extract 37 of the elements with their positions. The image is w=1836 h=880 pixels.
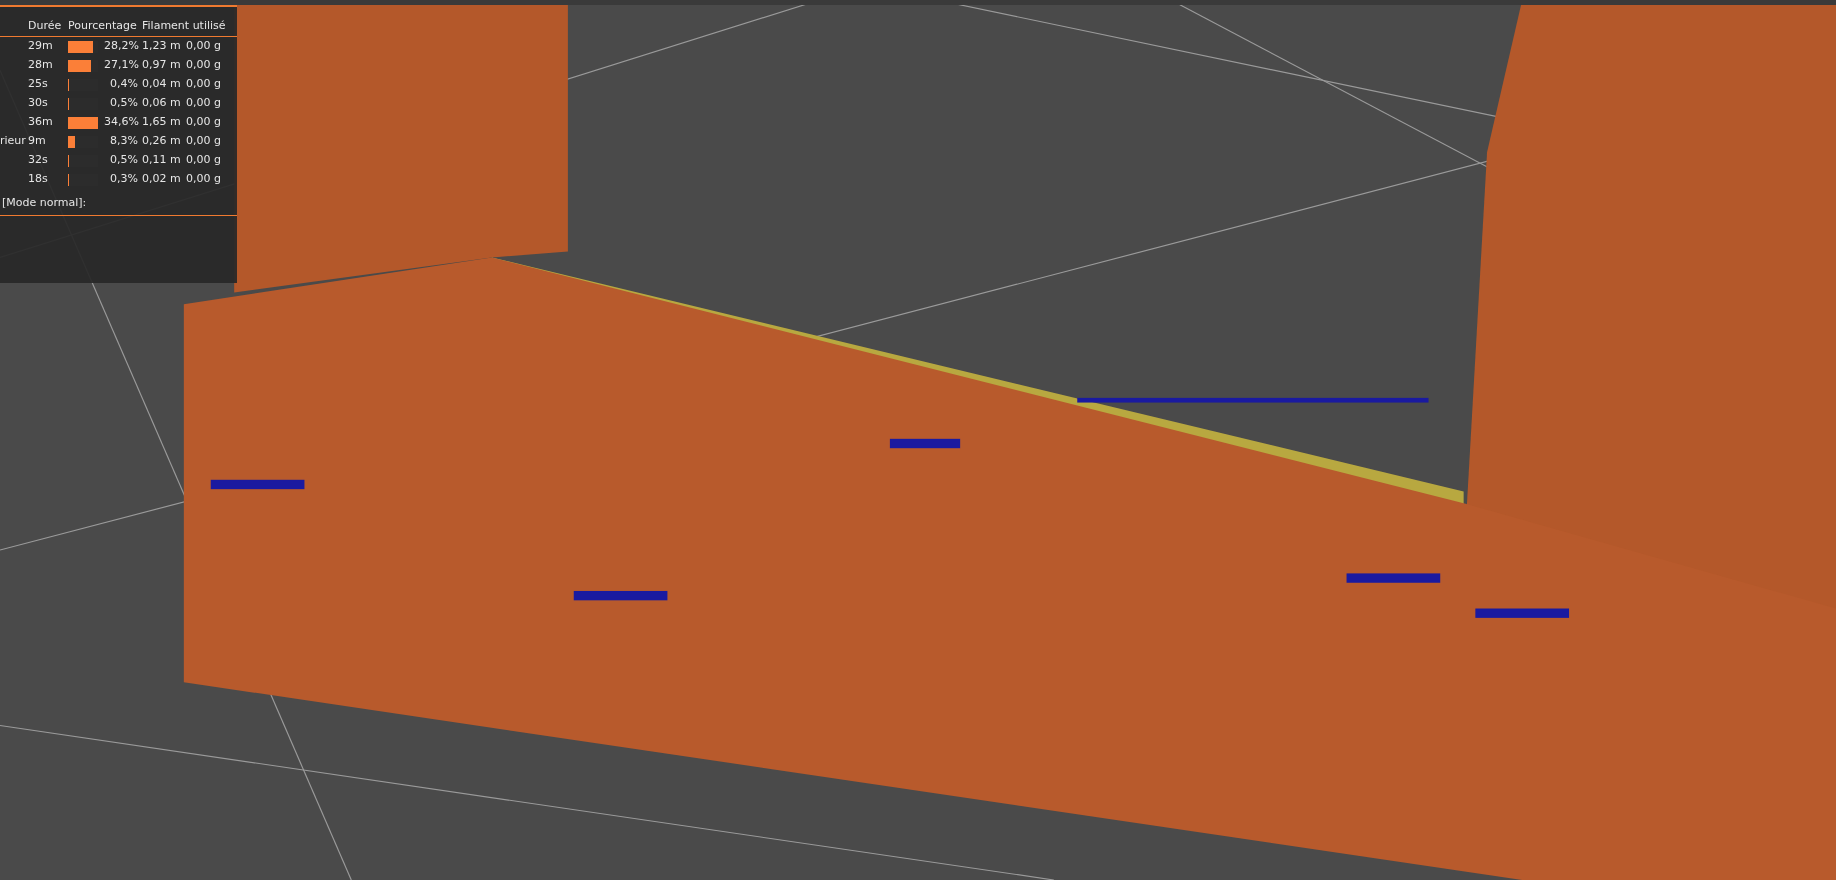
filament-length-text: 1,23 m — [142, 38, 182, 55]
filament-length-text: 0,97 m — [142, 57, 182, 74]
filament-weight-text: 0,00 g — [186, 95, 222, 112]
duration-text: 30s — [28, 95, 49, 112]
duration-text: 36m — [28, 114, 54, 131]
filament-length-text: 0,26 m — [142, 133, 182, 150]
filament-weight-text: 0,00 g — [186, 114, 222, 131]
filament-weight-text: 0,00 g — [186, 171, 222, 188]
duration-text: 28m — [28, 57, 54, 74]
percentage-text: 0,5% — [109, 95, 139, 112]
column-header: Filament utilisé — [142, 18, 226, 35]
percentage-text: 27,1% — [104, 57, 140, 74]
filament-weight-text: 0,00 g — [186, 57, 222, 74]
column-header: Durée — [28, 18, 63, 35]
duration-text: 29m — [28, 38, 54, 55]
percentage-text: 0,4% — [109, 76, 139, 93]
percentage-text: 28,2% — [104, 38, 140, 55]
filament-length-text: 0,04 m — [142, 76, 182, 93]
filament-length-text: 0,06 m — [142, 95, 182, 112]
duration-text: 9m — [28, 133, 47, 150]
duration-text: 32s — [28, 152, 49, 169]
column-header: Pourcentage — [68, 18, 138, 35]
filament-weight-text: 0,00 g — [186, 152, 222, 169]
percentage-text: 0,3% — [109, 171, 139, 188]
filament-length-text: 0,11 m — [142, 152, 182, 169]
percentage-text: 0,5% — [109, 152, 139, 169]
filament-length-text: 0,02 m — [142, 171, 182, 188]
percentage-text: 8,3% — [109, 133, 139, 150]
section-title: [Mode normal]: — [0, 191, 237, 216]
duration-text: 25s — [28, 76, 49, 93]
percentage-text: 34,6% — [104, 114, 140, 131]
duration-text: 18s — [28, 171, 49, 188]
filament-weight-text: 0,00 g — [186, 76, 222, 93]
filament-weight-text: 0,00 g — [186, 133, 222, 150]
feature-label: rieur — [0, 133, 27, 150]
filament-length-text: 1,65 m — [142, 114, 182, 131]
filament-weight-text: 0,00 g — [186, 38, 222, 55]
